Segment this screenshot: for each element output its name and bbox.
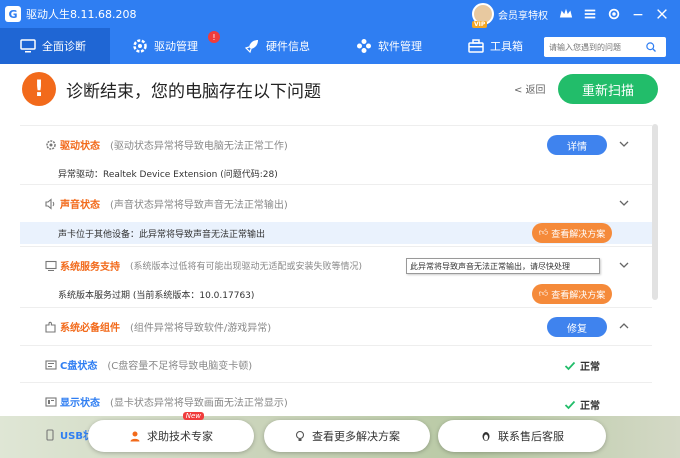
speaker-icon [44, 197, 58, 211]
diagnosis-header: ! 诊断结束，您的电脑存在以下问题 < 返回 重新扫描 [0, 64, 680, 120]
search-input[interactable] [544, 38, 644, 56]
status-normal: 正常 [564, 358, 600, 373]
status-label: 正常 [580, 401, 600, 412]
ask-expert-button[interactable]: 求助技术专家 New [88, 412, 254, 452]
row-description: (系统版本过低将有可能出现驱动无适配或安装失败等情况) [130, 262, 363, 272]
view-solution-button[interactable]: 👍︎ 查看解决方案 [532, 284, 612, 304]
apps-icon [357, 39, 371, 53]
detail-text: 系统版本服务过期 (当前系统版本：10.0.17763) [58, 290, 255, 301]
search-icon[interactable] [644, 40, 658, 54]
settings-icon[interactable] [604, 4, 624, 24]
chevron-up-icon[interactable] [618, 320, 630, 332]
chevron-down-icon[interactable] [618, 197, 630, 209]
toolbox-icon [468, 39, 484, 53]
tab-toolbox[interactable]: 工具箱 [446, 28, 546, 64]
row-usb: USB状 [44, 427, 93, 442]
detail-text: 声卡位于其他设备：此异常将导致声音无法正常输出 [58, 229, 266, 240]
button-label: 联系售后客服 [498, 430, 564, 443]
tab-full-diagnosis[interactable]: 全面诊断 [0, 28, 110, 64]
person-icon [130, 431, 140, 442]
row-name: 显示状态 [60, 398, 100, 409]
row-description: (组件异常将导致软件/游戏异常) [130, 323, 272, 334]
row-description: (C盘容量不足将导致电脑变卡顿) [107, 361, 253, 372]
scrollbar[interactable] [652, 124, 658, 300]
tooltip: 此异常将导致声音无法正常输出，请尽快处理 [406, 258, 600, 274]
close-icon[interactable] [652, 4, 672, 24]
row-description: (声音状态异常将导致声音无法正常输出) [110, 200, 288, 211]
minimize-icon[interactable] [628, 4, 648, 24]
status-normal: 正常 [564, 397, 600, 412]
tab-label: 驱动管理 [154, 40, 198, 53]
row-name: 驱动状态 [60, 141, 100, 152]
tab-label: 全面诊断 [42, 40, 86, 53]
gear-icon [133, 39, 147, 53]
check-icon [564, 361, 576, 370]
crown-icon[interactable] [556, 4, 576, 24]
row-sound-status: 声音状态 (声音状态异常将导致声音无法正常输出) [20, 184, 652, 222]
app-logo-icon: G [5, 6, 21, 22]
row-name: C盘状态 [60, 361, 98, 372]
display-card-icon [44, 395, 58, 409]
row-name: 系统服务支持 [60, 262, 120, 273]
status-label: 正常 [580, 362, 600, 373]
row-description: (驱动状态异常将导致电脑无法正常工作) [110, 141, 288, 152]
button-label: 查看解决方案 [551, 290, 606, 301]
new-badge: New [182, 412, 204, 420]
tab-label: 软件管理 [378, 40, 422, 53]
tab-hardware-info[interactable]: 硬件信息 [222, 28, 334, 64]
check-icon [564, 400, 576, 409]
view-solution-button[interactable]: 👍︎ 查看解决方案 [532, 223, 612, 243]
back-button[interactable]: < 返回 [514, 81, 546, 96]
tab-label: 硬件信息 [266, 40, 310, 53]
menu-icon[interactable] [580, 4, 600, 24]
row-display: 显示状态 (显卡状态异常将导致画面无法正常显示) 正常 [20, 382, 652, 420]
diagnosis-results: 驱动状态 (驱动状态异常将导致电脑无法正常工作) 详情 异常驱动：Realtek… [20, 120, 652, 458]
notification-badge: ! [208, 31, 220, 43]
thumb-up-icon: 👍︎ [538, 228, 549, 238]
member-privilege-link[interactable]: 会员享特权 [498, 7, 548, 22]
title-bar: G 驱动人生8.11.68.208 VIP 会员享特权 [0, 0, 680, 28]
app-title: 驱动人生8.11.68.208 [26, 8, 137, 21]
usb-icon [46, 428, 54, 441]
detail-text: 异常驱动：Realtek Device Extension (问题代码:28) [58, 169, 278, 180]
row-name: 系统必备组件 [60, 323, 120, 334]
button-label: 求助技术专家 [147, 430, 213, 443]
rescan-button[interactable]: 重新扫描 [558, 74, 658, 104]
contact-support-button[interactable]: 联系售后客服 [438, 420, 606, 452]
tab-software-management[interactable]: 软件管理 [334, 28, 446, 64]
vip-badge: VIP [472, 21, 488, 28]
button-label: 查看更多解决方案 [312, 430, 400, 443]
monitor-icon [20, 39, 36, 53]
tab-driver-management[interactable]: 驱动管理 ! [110, 28, 222, 64]
row-c-drive: C盘状态 (C盘容量不足将导致电脑变卡顿) 正常 [20, 345, 652, 383]
lightbulb-icon [295, 430, 305, 441]
service-icon [44, 259, 58, 273]
disk-icon [44, 358, 58, 372]
row-description: (显卡状态异常将导致画面无法正常显示) [110, 398, 288, 409]
puzzle-icon [44, 320, 58, 334]
user-avatar[interactable]: VIP [472, 3, 494, 28]
row-name: 声音状态 [60, 200, 100, 211]
row-driver-detail: 异常驱动：Realtek Device Extension (问题代码:28) [20, 162, 652, 184]
button-label: 查看解决方案 [551, 229, 606, 240]
penguin-icon [482, 432, 490, 441]
more-solutions-button[interactable]: 查看更多解决方案 [264, 420, 430, 452]
thumb-up-icon: 👍︎ [538, 289, 549, 299]
tab-label: 工具箱 [490, 40, 523, 53]
details-button[interactable]: 详情 [547, 135, 607, 155]
page-title: 诊断结束，您的电脑存在以下问题 [66, 82, 321, 102]
rocket-icon [244, 40, 258, 54]
chevron-down-icon[interactable] [618, 138, 630, 150]
main-nav: 全面诊断 驱动管理 ! 硬件信息 软件管理 工具箱 [0, 28, 680, 64]
warning-icon: ! [22, 72, 56, 106]
gear-small-icon [44, 138, 58, 152]
repair-button[interactable]: 修复 [547, 317, 607, 337]
chevron-down-icon[interactable] [618, 259, 630, 271]
search-box [544, 37, 666, 57]
